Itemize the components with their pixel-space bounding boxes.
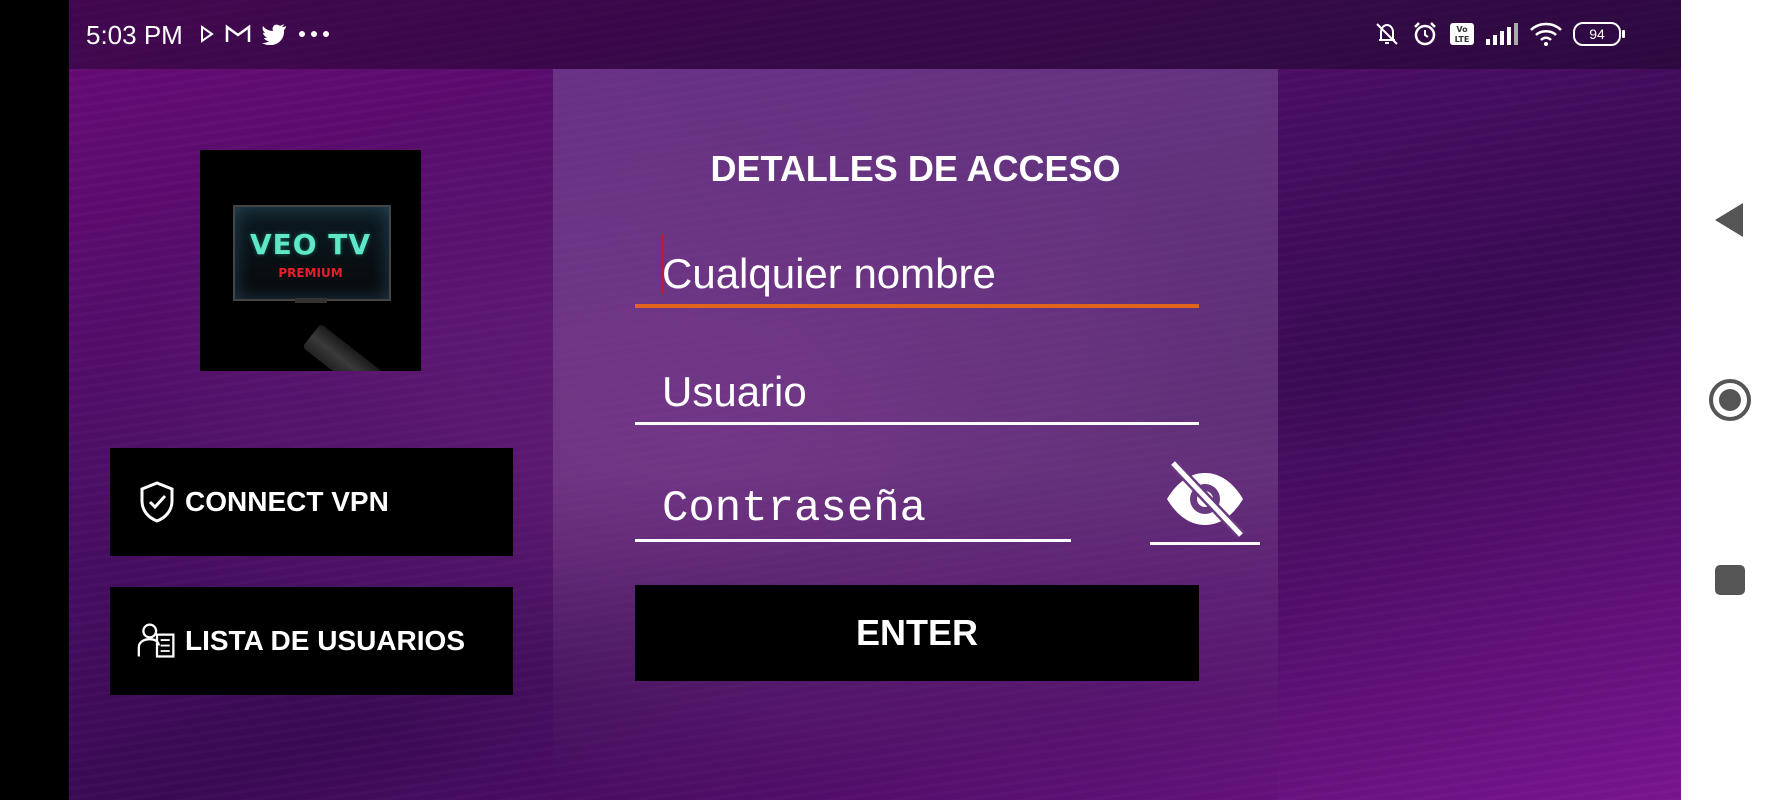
signal-icon: [1485, 22, 1519, 46]
status-bar: 5:03 PM Vo LTE 94: [69, 0, 1681, 69]
user-list-label: LISTA DE USUARIOS: [185, 625, 466, 656]
status-right-icons: Vo LTE 94: [1373, 16, 1625, 52]
username-input[interactable]: [635, 347, 1199, 422]
nav-home-button[interactable]: [1681, 365, 1778, 435]
eye-off-icon: [1163, 459, 1247, 539]
password-visibility-toggle[interactable]: [1150, 455, 1260, 545]
user-list-icon: [137, 619, 177, 663]
remote-illustration: [302, 323, 384, 371]
muted-bell-icon: [1373, 20, 1401, 48]
tv-stand: [295, 298, 327, 303]
home-icon: [1708, 378, 1752, 422]
twitter-icon: [261, 23, 287, 45]
recents-icon: [1714, 564, 1746, 596]
nav-recents-button[interactable]: [1681, 545, 1778, 615]
navigation-bar: [1681, 0, 1778, 800]
shield-check-icon: [137, 480, 177, 524]
app-logo: VEO TV PREMIUM: [200, 150, 421, 371]
username-field[interactable]: [635, 347, 1199, 425]
logo-subtitle: PREMIUM: [278, 266, 343, 280]
enter-button[interactable]: ENTER: [635, 585, 1199, 681]
connect-vpn-label: CONNECT VPN: [185, 486, 389, 517]
logo-title: VEO TV: [249, 228, 372, 261]
battery-indicator: 94: [1573, 22, 1625, 46]
svg-text:LTE: LTE: [1455, 35, 1470, 44]
app-screen: 5:03 PM Vo LTE 94 VEO TV PREMIUM CONNECT…: [69, 0, 1681, 800]
wifi-icon: [1529, 21, 1563, 47]
status-left-icons: [199, 16, 331, 52]
status-time: 5:03 PM: [86, 20, 183, 50]
name-input[interactable]: [635, 230, 1199, 304]
password-field[interactable]: [635, 464, 1071, 542]
user-list-button[interactable]: LISTA DE USUARIOS: [110, 587, 513, 695]
volte-icon: Vo LTE: [1449, 22, 1475, 46]
back-icon: [1713, 201, 1747, 239]
text-caret: [661, 234, 664, 294]
name-field[interactable]: [635, 230, 1199, 308]
password-input[interactable]: [635, 464, 1071, 539]
play-store-icon: [199, 25, 215, 43]
access-details-title: DETALLES DE ACCESO: [710, 148, 1121, 189]
connect-vpn-button[interactable]: CONNECT VPN: [110, 448, 513, 556]
nav-back-button[interactable]: [1681, 185, 1778, 255]
svg-text:Vo: Vo: [1456, 25, 1468, 34]
gmail-icon: [225, 24, 251, 44]
alarm-icon: [1411, 20, 1439, 48]
more-dots-icon: [297, 29, 331, 39]
